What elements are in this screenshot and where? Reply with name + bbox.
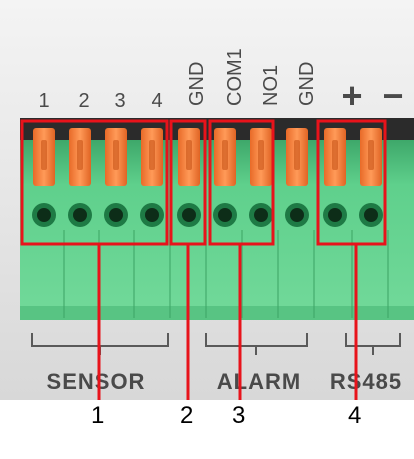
terminal-label-plus: +	[341, 75, 362, 116]
terminal-label-gnd-a: GND	[186, 62, 208, 106]
terminal-label-2: 2	[78, 90, 89, 112]
group-label-rs485: RS485	[330, 369, 402, 394]
group-label-sensor: SENSOR	[47, 369, 146, 394]
callout-number-3: 3	[232, 402, 246, 429]
terminal-block-photo: 1 2 3 4 GND COM1 NO1 GND + − SENSOR ALAR…	[0, 0, 414, 400]
terminal-label-gnd-b: GND	[296, 62, 318, 106]
terminal-label-1: 1	[38, 90, 49, 112]
callout-number-4: 4	[348, 402, 362, 429]
group-label-alarm: ALARM	[217, 369, 301, 394]
terminal-label-3: 3	[114, 90, 125, 112]
callout-number-1: 1	[91, 402, 105, 429]
callout-number-2: 2	[180, 402, 194, 429]
terminal-label-4: 4	[151, 90, 162, 112]
terminal-label-minus: −	[382, 75, 403, 116]
terminal-label-no1: NO1	[260, 65, 282, 106]
terminal-label-com1: COM1	[224, 48, 246, 106]
